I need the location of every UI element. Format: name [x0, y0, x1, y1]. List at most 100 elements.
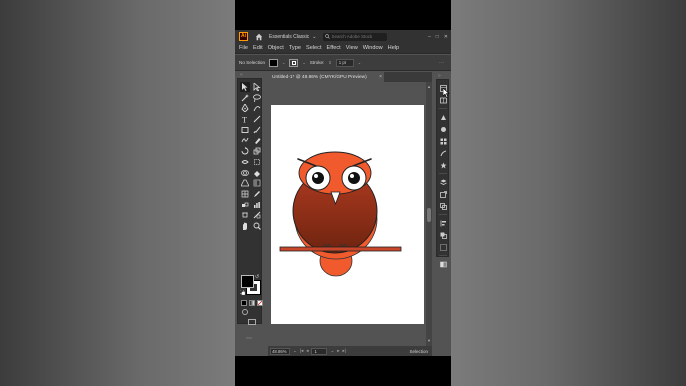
scroll-down-icon[interactable]: ▼ [427, 338, 431, 343]
owl-left-pupil [312, 172, 324, 184]
gradient-icon[interactable] [249, 300, 255, 306]
minimize-icon[interactable]: – [428, 34, 431, 40]
none-icon[interactable] [257, 300, 263, 306]
layers-panel-icon[interactable] [439, 178, 447, 186]
pen-tool-icon[interactable] [240, 103, 250, 113]
mesh-tool-icon[interactable] [240, 189, 250, 199]
illustrator-logo: Ai [239, 32, 248, 41]
color-icon[interactable] [241, 300, 247, 306]
stock-search-input[interactable]: Search Adobe Stock [322, 32, 387, 41]
eraser-tool-icon[interactable] [252, 135, 262, 145]
align-panel-icon[interactable] [439, 219, 447, 227]
slice-tool-icon[interactable] [252, 210, 262, 220]
fill-color-box[interactable] [241, 275, 254, 288]
scroll-thumb[interactable] [427, 208, 431, 222]
chevron-down-icon[interactable]: ⌄ [302, 60, 305, 65]
line-segment-tool-icon[interactable] [252, 114, 262, 124]
chevron-down-icon[interactable]: ⌄ [330, 348, 334, 354]
default-colors-icon[interactable] [240, 290, 245, 295]
swap-fill-stroke-icon[interactable]: ↺ [255, 274, 259, 280]
screen-mode-icon[interactable] [248, 319, 256, 325]
live-paint-bucket-tool-icon[interactable] [252, 168, 262, 178]
brushes-panel-icon[interactable] [439, 149, 447, 157]
close-icon[interactable]: ✕ [444, 34, 448, 40]
menu-window[interactable]: Window [363, 45, 383, 51]
home-icon[interactable] [255, 33, 263, 41]
column-graph-tool-icon[interactable] [252, 200, 262, 210]
stroke-swatch[interactable] [289, 58, 299, 67]
magic-wand-tool-icon[interactable] [240, 93, 250, 103]
shape-builder-tool-icon[interactable] [240, 168, 250, 178]
paintbrush-tool-icon[interactable] [252, 125, 262, 135]
menu-file[interactable]: File [239, 45, 248, 51]
selection-tool-icon[interactable] [240, 82, 250, 92]
stroke-label[interactable]: Stroke: [310, 60, 325, 65]
chevron-down-icon[interactable]: ⌄ [293, 348, 297, 354]
lasso-tool-icon[interactable] [252, 93, 262, 103]
owl-artwork[interactable] [271, 105, 424, 324]
menu-effect[interactable]: Effect [327, 45, 341, 51]
color-guide-panel-icon[interactable] [439, 125, 447, 133]
scale-tool-icon[interactable] [252, 146, 262, 156]
rotate-tool-icon[interactable] [240, 146, 250, 156]
menu-edit[interactable]: Edit [253, 45, 263, 51]
direct-selection-tool-icon[interactable] [252, 82, 262, 92]
chevron-down-icon[interactable]: ⌄ [358, 60, 361, 65]
menu-type[interactable]: Type [289, 45, 301, 51]
document-tab[interactable]: Untitled-1* @ 48.86% (CMYK/GPU Preview) … [268, 72, 384, 82]
fill-swatch[interactable] [269, 58, 279, 67]
menu-help[interactable]: Help [388, 45, 400, 51]
stroke-weight-field[interactable]: 1 pt [335, 58, 354, 67]
artboard-tool-icon[interactable] [240, 210, 250, 220]
first-artboard-icon[interactable]: |◂ [300, 348, 303, 354]
current-tool-status[interactable]: Selection [409, 349, 428, 354]
free-transform-tool-icon[interactable] [252, 157, 262, 167]
workspace-switcher[interactable]: Essentials Classic ⌄ [269, 34, 317, 40]
type-tool-icon[interactable]: T [240, 114, 250, 124]
width-tool-icon[interactable] [240, 157, 250, 167]
illustrator-window: Ai Essentials Classic ⌄ Search Adobe Sto… [235, 0, 451, 386]
gradient-tool-icon[interactable] [252, 178, 262, 188]
zoom-tool-icon[interactable] [252, 221, 262, 231]
edit-toolbar-icon[interactable]: ⋯ [246, 335, 252, 342]
collapse-panel-icon[interactable]: « [240, 72, 243, 78]
collapse-panel-icon[interactable]: » [438, 73, 441, 79]
menu-bar: File Edit Object Type Select Effect View… [235, 43, 451, 54]
menu-view[interactable]: View [346, 45, 358, 51]
blend-tool-icon[interactable] [240, 200, 250, 210]
close-tab-icon[interactable]: × [379, 74, 382, 80]
stroke-stepper-icon[interactable]: ⇕ [328, 60, 331, 65]
zoom-field[interactable]: 48.86% [270, 347, 290, 355]
menu-select[interactable]: Select [306, 45, 322, 51]
artboard[interactable] [271, 105, 424, 324]
perspective-grid-tool-icon[interactable] [240, 178, 250, 188]
transparency-panel-icon[interactable] [439, 260, 447, 268]
canvas-area[interactable]: ▲ ▼ [268, 82, 432, 346]
artboard-number-field[interactable]: 1 [311, 347, 328, 355]
rectangle-tool-icon[interactable] [240, 125, 250, 135]
chevron-down-icon: ⌄ [312, 33, 317, 40]
asset-export-panel-icon[interactable] [439, 190, 447, 198]
last-artboard-icon[interactable]: ▸| [343, 348, 346, 354]
eyedropper-tool-icon[interactable] [252, 189, 262, 199]
swatches-panel-icon[interactable] [439, 137, 447, 145]
status-bar: 48.86% ⌄ |◂ ◂ 1 ⌄ ▸ ▸| Selection [268, 346, 432, 356]
pathfinder-panel-icon[interactable] [439, 231, 447, 239]
draw-mode-icon[interactable] [242, 309, 248, 315]
hand-tool-icon[interactable] [240, 221, 250, 231]
transform-panel-icon[interactable] [439, 243, 447, 251]
more-options-icon[interactable]: ⋯ [439, 60, 445, 66]
curvature-tool-icon[interactable] [252, 103, 262, 113]
vertical-scrollbar[interactable]: ▲ ▼ [426, 82, 432, 346]
shaper-tool-icon[interactable] [240, 135, 250, 145]
artboards-panel-icon[interactable] [439, 202, 447, 210]
symbols-panel-icon[interactable] [439, 161, 447, 169]
document-tabs: Untitled-1* @ 48.86% (CMYK/GPU Preview) … [268, 72, 432, 82]
color-panel-icon[interactable] [439, 113, 447, 121]
previous-artboard-icon[interactable]: ◂ [306, 348, 308, 354]
chevron-down-icon[interactable]: ⌄ [282, 60, 285, 65]
scroll-up-icon[interactable]: ▲ [427, 84, 431, 89]
next-artboard-icon[interactable]: ▸ [337, 348, 339, 354]
maximize-icon[interactable]: □ [436, 34, 439, 40]
menu-object[interactable]: Object [268, 45, 284, 51]
